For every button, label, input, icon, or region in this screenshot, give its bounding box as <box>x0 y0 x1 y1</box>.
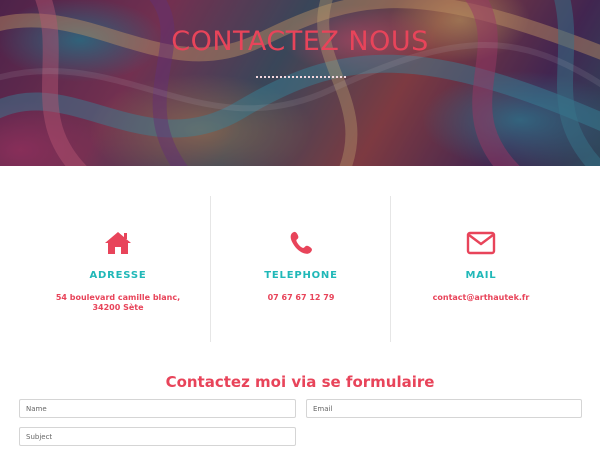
telephone-text[interactable]: 07 67 67 12 79 <box>211 293 391 303</box>
subject-input[interactable] <box>19 427 296 446</box>
page-title: CONTACTEZ NOUS <box>171 26 429 57</box>
mail-block: MAIL contact@arthautek.fr <box>391 196 571 342</box>
address-title: ADRESSE <box>89 270 147 281</box>
hero-overlay <box>0 0 600 166</box>
telephone-block: TELEPHONE 07 67 67 12 79 <box>211 196 391 342</box>
form-title: Contactez moi via se formulaire <box>165 373 435 391</box>
telephone-title: TELEPHONE <box>264 270 338 281</box>
mail-address-link[interactable]: contact@arthautek.fr <box>391 293 571 303</box>
name-input[interactable] <box>19 399 296 418</box>
address-block: ADRESSE 54 boulevard camille blanc, 3420… <box>28 196 208 342</box>
address-line-2: 34200 Sète <box>92 303 144 312</box>
phone-icon <box>211 230 391 256</box>
mail-text[interactable]: contact@arthautek.fr <box>391 293 571 303</box>
address-text: 54 boulevard camille blanc, 34200 Sète <box>28 293 208 313</box>
mail-icon <box>391 230 571 256</box>
email-input[interactable] <box>306 399 582 418</box>
mail-title: MAIL <box>465 270 497 281</box>
telephone-number[interactable]: 07 67 67 12 79 <box>211 293 391 303</box>
home-icon <box>28 230 208 256</box>
address-line-1: 54 boulevard camille blanc, <box>55 293 181 302</box>
hero-banner: CONTACTEZ NOUS <box>0 0 600 166</box>
title-divider <box>256 76 346 78</box>
